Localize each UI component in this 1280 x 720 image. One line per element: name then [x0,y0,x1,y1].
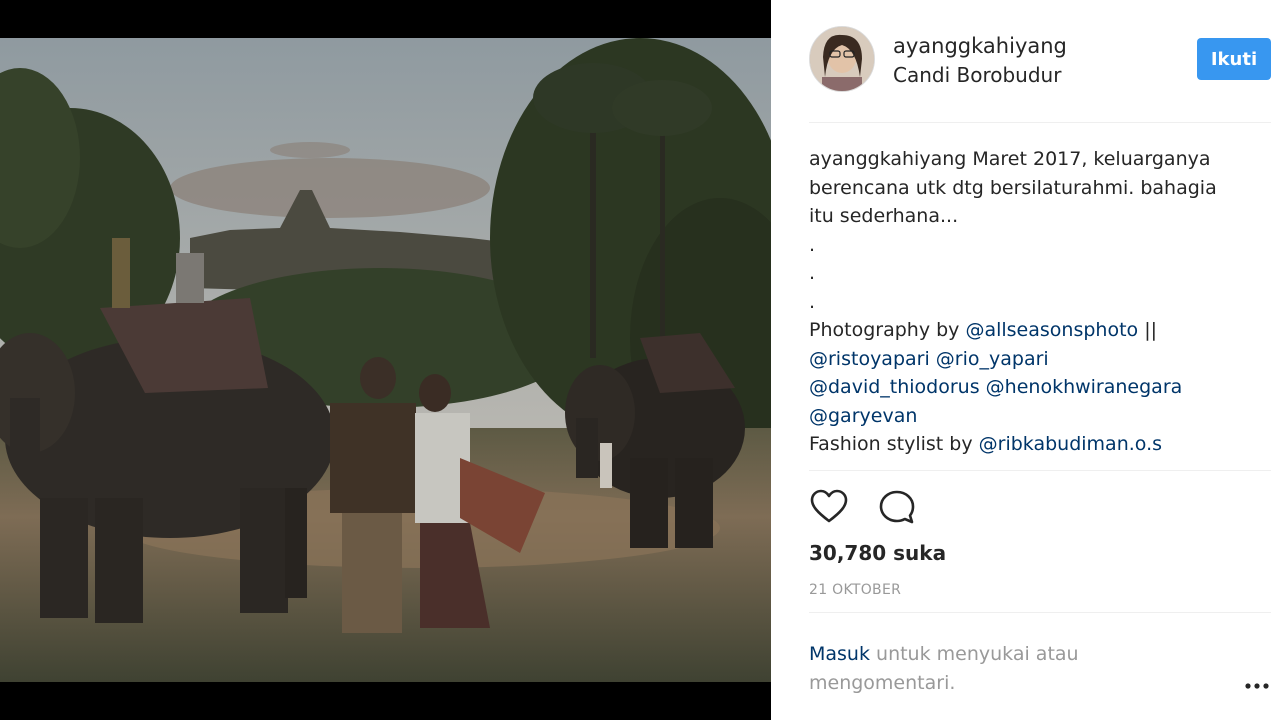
login-link[interactable]: Masuk [809,643,870,665]
mention-link[interactable]: @henokhwiranegara [986,376,1183,398]
caption-dot: . [809,262,816,284]
caption-line: ayanggkahiyang Maret 2017, keluarganya [809,145,1249,174]
location-link[interactable]: Candi Borobudur [893,63,1061,87]
action-bar [809,488,917,528]
caption-dot: . [809,233,816,256]
caption-text: Maret 2017, keluarganya [966,148,1211,170]
caption-dot: . [809,290,816,313]
post-date: 21 OKTOBER [809,582,902,598]
avatar-image [810,27,874,91]
caption-line: @david_thiodorus @henokhwiranegara [809,373,1249,402]
caption-line: berencana utk dtg bersilaturahmi. bahagi… [809,176,1217,199]
caption-line: @ristoyapari @rio_yapari [809,345,1249,374]
mention-link[interactable]: @ribkabudiman.o.s [979,433,1162,455]
username-link[interactable]: ayanggkahiyang [893,34,1067,58]
caption-line: @garyevan [809,402,1249,431]
post-caption: ayanggkahiyang Maret 2017, keluarganya b… [809,145,1249,459]
mention-link[interactable]: @david_thiodorus [809,376,980,398]
post-sidebar: ayanggkahiyang Candi Borobudur Ikuti aya… [771,0,1280,720]
photo-image [0,38,771,682]
like-count[interactable]: 30,780 suka [809,541,946,565]
caption-line: Photography by @allseasonsphoto || [809,316,1249,345]
caption-line: Fashion stylist by @ribkabudiman.o.s [809,430,1249,459]
follow-button[interactable]: Ikuti [1197,38,1271,80]
divider [809,122,1271,123]
more-options-icon[interactable] [1244,676,1270,689]
caption-text: || [1138,319,1157,341]
avatar[interactable] [809,26,875,92]
caption-text: Photography by [809,319,966,341]
heart-icon[interactable] [809,488,849,528]
login-prompt: Masuk untuk menyukai atau mengomentari. [809,640,1139,698]
mention-link[interactable]: @allseasonsphoto [965,319,1138,341]
post-photo[interactable] [0,0,771,720]
comment-bubble-icon[interactable] [877,488,917,528]
divider [809,612,1271,613]
caption-author-link[interactable]: ayanggkahiyang [809,148,966,170]
mention-link[interactable]: @rio_yapari [936,348,1049,370]
caption-line: itu sederhana... [809,205,959,227]
mention-link[interactable]: @ristoyapari [809,348,930,370]
post-header: ayanggkahiyang Candi Borobudur Ikuti [771,0,1280,122]
caption-text: Fashion stylist by [809,433,979,455]
mention-link[interactable]: @garyevan [809,405,917,427]
divider [809,470,1271,471]
